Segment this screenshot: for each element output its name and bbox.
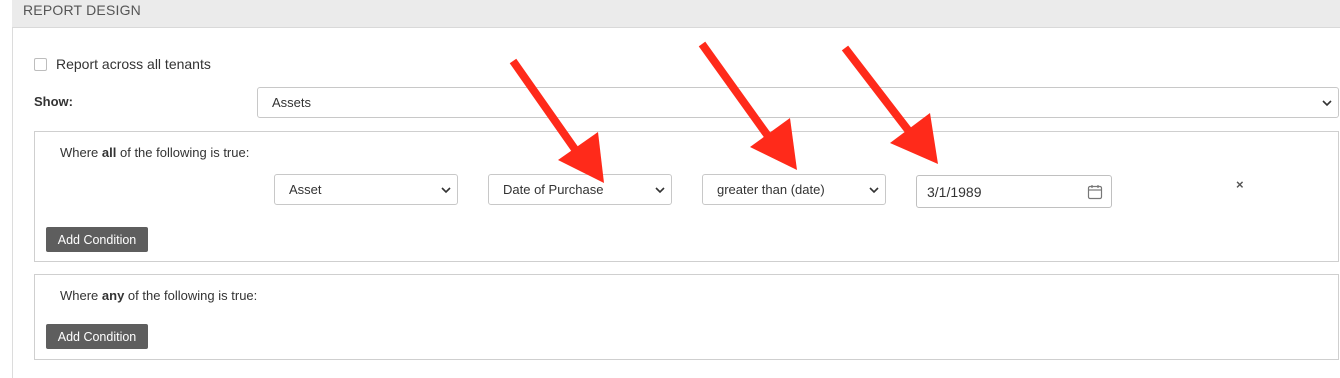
any-conditions-group: Where any of the following is true: Add … <box>34 274 1339 360</box>
chevron-down-icon <box>868 184 880 196</box>
close-icon[interactable]: × <box>1236 177 1244 192</box>
tenants-label: Report across all tenants <box>56 56 211 72</box>
condition-entity-select[interactable]: Asset <box>274 174 458 205</box>
condition-field-select[interactable]: Date of Purchase <box>488 174 672 205</box>
show-select-value: Assets <box>272 95 312 110</box>
condition-field-value: Date of Purchase <box>503 182 604 197</box>
all-group-title: Where all of the following is true: <box>60 145 250 160</box>
all-conditions-group: Where all of the following is true: Add … <box>34 131 1339 262</box>
all-keyword: all <box>101 145 117 160</box>
report-design-page: REPORT DESIGN Report across all tenants … <box>0 0 1340 378</box>
show-label: Show: <box>34 94 73 109</box>
show-select[interactable]: Assets <box>257 87 1339 118</box>
tenants-checkbox[interactable] <box>34 57 47 71</box>
condition-entity-value: Asset <box>289 182 322 197</box>
chevron-down-icon <box>440 184 452 196</box>
chevron-down-icon <box>654 184 666 196</box>
condition-operator-value: greater than (date) <box>717 182 825 197</box>
condition-operator-select[interactable]: greater than (date) <box>702 174 886 205</box>
panel-header: REPORT DESIGN <box>12 0 1340 28</box>
panel-left-border <box>12 28 13 378</box>
any-keyword: any <box>101 288 125 303</box>
condition-date-input[interactable]: 3/1/1989 <box>916 175 1112 208</box>
add-condition-any-button[interactable]: Add Condition <box>46 324 148 349</box>
any-group-title: Where any of the following is true: <box>60 288 258 303</box>
condition-date-value: 3/1/1989 <box>927 183 982 200</box>
add-condition-all-button[interactable]: Add Condition <box>46 227 148 252</box>
panel-title: REPORT DESIGN <box>23 2 141 18</box>
chevron-down-icon <box>1321 97 1333 109</box>
calendar-icon[interactable] <box>1087 184 1103 200</box>
tenants-option[interactable]: Report across all tenants <box>34 55 211 73</box>
